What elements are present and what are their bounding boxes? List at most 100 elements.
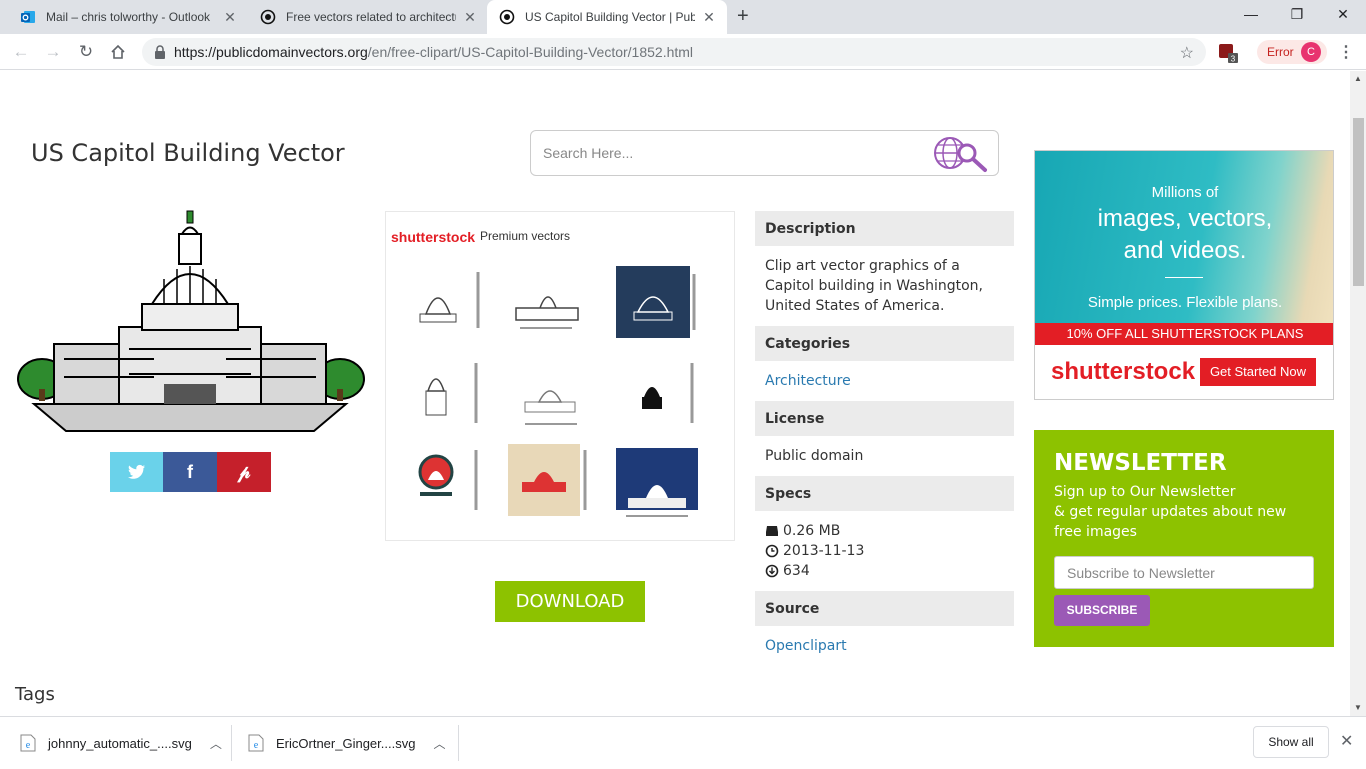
license-value: Public domain [765, 448, 864, 464]
lock-icon [155, 45, 165, 59]
newsletter-heading: NEWSLETTER [1054, 450, 1227, 476]
categories-heading: Categories [755, 326, 1014, 361]
url-path: /en/free-clipart/US-Capitol-Building-Vec… [367, 44, 694, 60]
download-button[interactable]: DOWNLOAD [495, 581, 645, 622]
tab-outlook[interactable]: Mail – chris tolworthy - Outlook ✕ [8, 0, 248, 34]
category-link[interactable]: Architecture [765, 373, 851, 389]
url-host: https://publicdomainvectors.org [174, 44, 368, 60]
download-separator [231, 725, 232, 761]
more-menu-icon[interactable]: ⋮ [1338, 42, 1354, 62]
search-placeholder: Search Here... [543, 145, 634, 161]
chevron-up-icon[interactable]: ︿ [433, 735, 445, 752]
shutterstock-premium-widget[interactable]: shutterstock Premium vectors [385, 211, 735, 541]
premium-thumbnail[interactable] [506, 264, 588, 336]
scroll-up-arrow-icon[interactable]: ▲ [1354, 74, 1362, 83]
download-circle-icon [765, 564, 779, 578]
shutterstock-logo: shutterstock [391, 229, 476, 245]
profile-error-button[interactable]: Error C [1257, 40, 1327, 64]
home-icon[interactable] [107, 41, 129, 63]
tab-title: US Capitol Building Vector | Publ [525, 10, 695, 24]
newsletter-box: NEWSLETTER Sign up to Our Newsletter & g… [1034, 430, 1334, 647]
svg-text:e: e [254, 740, 259, 751]
bookmark-star-icon[interactable]: ☆ [1180, 43, 1194, 63]
chevron-up-icon[interactable]: ︿ [210, 735, 222, 752]
premium-thumbnail[interactable] [406, 357, 488, 429]
page-scrollbar[interactable]: ▲ ▼ [1350, 71, 1366, 716]
twitter-share-button[interactable] [110, 452, 164, 492]
window-close-icon[interactable]: ✕ [1328, 6, 1358, 23]
source-link[interactable]: Openclipart [765, 638, 847, 654]
show-all-button[interactable]: Show all [1253, 726, 1329, 758]
get-started-button[interactable]: Get Started Now [1200, 358, 1316, 386]
globe-search-icon[interactable] [930, 133, 990, 173]
error-label: Error [1267, 45, 1294, 59]
spec-date-value: 2013-11-13 [783, 543, 865, 559]
outlook-icon [21, 11, 35, 23]
tab-strip: Mail – chris tolworthy - Outlook ✕ Free … [0, 0, 1366, 34]
premium-thumbnail[interactable] [508, 444, 590, 516]
shutterstock-ad[interactable]: Millions of images, vectors, and videos. … [1034, 150, 1334, 400]
premium-thumbnail[interactable] [511, 362, 593, 434]
scrollbar-thumb[interactable] [1353, 118, 1364, 286]
close-tab-icon[interactable]: ✕ [222, 9, 238, 26]
tab-title: Mail – chris tolworthy - Outlook [46, 10, 211, 24]
minimize-icon[interactable]: — [1236, 6, 1266, 22]
tab-free-vectors[interactable]: Free vectors related to architectu ✕ [248, 0, 488, 34]
facebook-icon: f [187, 461, 193, 482]
search-box[interactable]: Search Here... [530, 130, 999, 176]
premium-thumbnail[interactable] [616, 448, 698, 520]
ad-discount-band: 10% OFF ALL SHUTTERSTOCK PLANS [1035, 323, 1333, 345]
subscribe-button[interactable]: SUBSCRIBE [1054, 595, 1150, 626]
downloads-bar: e johnny_automatic_....svg ︿ e EricOrtne… [0, 716, 1366, 768]
facebook-share-button[interactable]: f [163, 452, 217, 492]
ad-line-3: Simple prices. Flexible plans. [1087, 294, 1283, 311]
profile-avatar: C [1301, 42, 1321, 62]
pinterest-share-button[interactable]: 𝓅 [217, 452, 271, 492]
reload-icon[interactable]: ↻ [75, 41, 97, 63]
browser-toolbar: ← → ↻ https://publicdomainvectors.org/en… [0, 34, 1366, 70]
pinterest-icon: 𝓅 [237, 461, 251, 483]
spec-size: 0.26 MB [765, 521, 1004, 541]
premium-thumbnail[interactable] [616, 357, 698, 429]
spec-date: 2013-11-13 [765, 541, 1004, 561]
extension-icon[interactable]: 3 [1218, 43, 1238, 63]
back-arrow-icon[interactable]: ← [10, 41, 32, 63]
address-bar[interactable]: https://publicdomainvectors.org/en/free-… [142, 38, 1206, 66]
ad-line-2a: images, vectors, [1097, 205, 1273, 232]
capitol-building-image [17, 210, 365, 432]
twitter-icon [128, 464, 145, 479]
ad-line-2b: and videos. [1123, 237, 1247, 264]
scroll-down-arrow-icon[interactable]: ▼ [1354, 703, 1362, 712]
source-heading: Source [755, 591, 1014, 626]
ie-file-icon: e [248, 734, 264, 752]
download-item[interactable]: e johnny_automatic_....svg ︿ [20, 717, 222, 769]
pdv-icon [499, 9, 515, 25]
page-title: US Capitol Building Vector [31, 139, 345, 167]
newsletter-email-input[interactable]: Subscribe to Newsletter [1054, 556, 1314, 589]
ad-line-1: Millions of [1151, 184, 1219, 201]
download-item[interactable]: e EricOrtner_Ginger....svg ︿ [248, 717, 445, 769]
close-tab-icon[interactable]: ✕ [701, 9, 717, 26]
forward-arrow-icon[interactable]: → [42, 41, 64, 63]
svg-text:e: e [26, 740, 31, 751]
download-filename: EricOrtner_Ginger....svg [276, 735, 416, 751]
close-downloads-icon[interactable]: ✕ [1340, 731, 1353, 751]
spec-size-value: 0.26 MB [783, 523, 841, 539]
license-heading: License [755, 401, 1014, 436]
ad-divider [1165, 277, 1203, 278]
premium-thumbnail[interactable] [616, 266, 698, 338]
close-tab-icon[interactable]: ✕ [462, 9, 478, 26]
premium-thumbnail[interactable] [406, 264, 488, 336]
premium-label: Premium vectors [480, 229, 571, 243]
premium-thumbnail[interactable] [406, 444, 488, 516]
clock-icon [765, 544, 779, 558]
restore-icon[interactable]: ❐ [1282, 6, 1312, 23]
details-panel: Description Clip art vector graphics of … [755, 211, 1014, 666]
specs-heading: Specs [755, 476, 1014, 511]
tab-us-capitol[interactable]: US Capitol Building Vector | Publ ✕ [487, 0, 727, 34]
hard-drive-icon [766, 526, 778, 536]
newsletter-line-2: & get regular updates about new free ima… [1054, 504, 1287, 540]
pdv-icon [260, 9, 276, 25]
new-tab-plus-icon[interactable]: + [737, 6, 749, 26]
page-content: US Capitol Building Vector Search Here..… [0, 71, 1350, 716]
